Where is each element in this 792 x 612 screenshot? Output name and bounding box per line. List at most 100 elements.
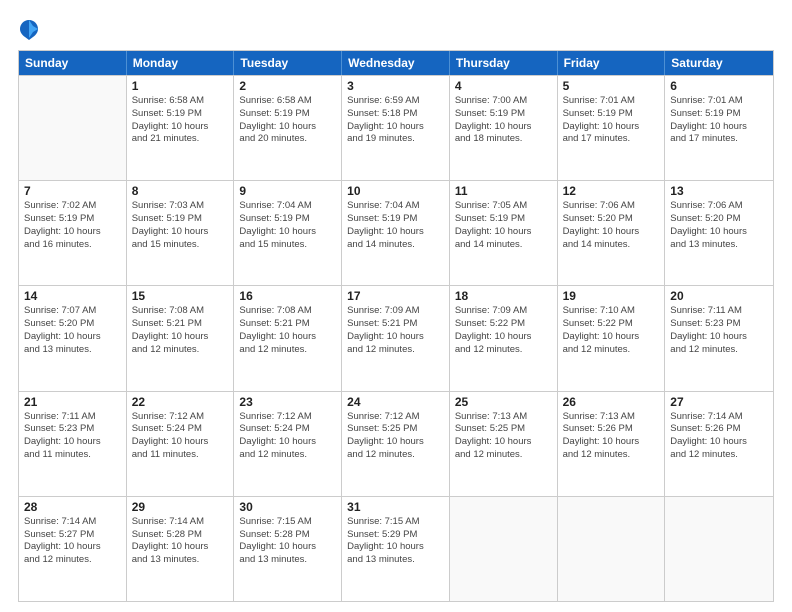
calendar-row-2: 7 Sunrise: 7:02 AM Sunset: 5:19 PM Daylig… xyxy=(19,180,773,285)
cell-day-number: 10 xyxy=(347,184,444,198)
cell-info: Sunrise: 7:00 AM Sunset: 5:19 PM Dayligh… xyxy=(455,95,552,146)
cell-info: Sunrise: 6:58 AM Sunset: 5:19 PM Dayligh… xyxy=(239,95,336,146)
cell-info: Sunrise: 7:10 AM Sunset: 5:22 PM Dayligh… xyxy=(563,305,660,356)
cell-day-number: 6 xyxy=(670,79,768,93)
calendar-cell: 7 Sunrise: 7:02 AM Sunset: 5:19 PM Daylig… xyxy=(19,181,127,285)
cell-day-number: 16 xyxy=(239,289,336,303)
cell-day-number: 21 xyxy=(24,395,121,409)
cell-info: Sunrise: 7:13 AM Sunset: 5:25 PM Dayligh… xyxy=(455,411,552,462)
calendar-cell: 18Sunrise: 7:09 AM Sunset: 5:22 PM Dayli… xyxy=(450,286,558,390)
calendar-cell: 4 Sunrise: 7:00 AM Sunset: 5:19 PM Daylig… xyxy=(450,76,558,180)
cell-info: Sunrise: 7:14 AM Sunset: 5:26 PM Dayligh… xyxy=(670,411,768,462)
calendar-cell: 3 Sunrise: 6:59 AM Sunset: 5:18 PM Daylig… xyxy=(342,76,450,180)
cell-info: Sunrise: 7:07 AM Sunset: 5:20 PM Dayligh… xyxy=(24,305,121,356)
calendar-cell: 31 Sunrise: 7:15 AM Sunset: 5:29 PM Dayli… xyxy=(342,497,450,601)
weekday-header-monday: Monday xyxy=(127,51,235,75)
calendar-row-4: 21 Sunrise: 7:11 AM Sunset: 5:23 PM Dayli… xyxy=(19,391,773,496)
calendar-cell: 28Sunrise: 7:14 AM Sunset: 5:27 PM Dayli… xyxy=(19,497,127,601)
cell-info: Sunrise: 6:59 AM Sunset: 5:18 PM Dayligh… xyxy=(347,95,444,146)
calendar: SundayMondayTuesdayWednesdayThursdayFrid… xyxy=(18,50,774,602)
calendar-cell: 13 Sunrise: 7:06 AM Sunset: 5:20 PM Dayli… xyxy=(665,181,773,285)
cell-info: Sunrise: 7:12 AM Sunset: 5:24 PM Dayligh… xyxy=(132,411,229,462)
cell-day-number: 11 xyxy=(455,184,552,198)
calendar-cell xyxy=(19,76,127,180)
cell-info: Sunrise: 7:05 AM Sunset: 5:19 PM Dayligh… xyxy=(455,200,552,251)
cell-day-number: 15 xyxy=(132,289,229,303)
calendar-cell: 9 Sunrise: 7:04 AM Sunset: 5:19 PM Daylig… xyxy=(234,181,342,285)
cell-info: Sunrise: 7:09 AM Sunset: 5:22 PM Dayligh… xyxy=(455,305,552,356)
weekday-header-wednesday: Wednesday xyxy=(342,51,450,75)
calendar-cell: 5 Sunrise: 7:01 AM Sunset: 5:19 PM Daylig… xyxy=(558,76,666,180)
calendar-cell: 19 Sunrise: 7:10 AM Sunset: 5:22 PM Dayli… xyxy=(558,286,666,390)
cell-day-number: 9 xyxy=(239,184,336,198)
calendar-cell: 23 Sunrise: 7:12 AM Sunset: 5:24 PM Dayli… xyxy=(234,392,342,496)
cell-day-number: 8 xyxy=(132,184,229,198)
cell-day-number: 23 xyxy=(239,395,336,409)
cell-info: Sunrise: 7:08 AM Sunset: 5:21 PM Dayligh… xyxy=(239,305,336,356)
cell-info: Sunrise: 7:02 AM Sunset: 5:19 PM Dayligh… xyxy=(24,200,121,251)
calendar-cell xyxy=(450,497,558,601)
calendar-cell: 8 Sunrise: 7:03 AM Sunset: 5:19 PM Daylig… xyxy=(127,181,235,285)
calendar-row-1: 1 Sunrise: 6:58 AM Sunset: 5:19 PM Daylig… xyxy=(19,75,773,180)
calendar-cell: 10 Sunrise: 7:04 AM Sunset: 5:19 PM Dayli… xyxy=(342,181,450,285)
calendar-header: SundayMondayTuesdayWednesdayThursdayFrid… xyxy=(19,51,773,75)
calendar-cell: 24Sunrise: 7:12 AM Sunset: 5:25 PM Dayli… xyxy=(342,392,450,496)
cell-info: Sunrise: 7:12 AM Sunset: 5:24 PM Dayligh… xyxy=(239,411,336,462)
cell-day-number: 30 xyxy=(239,500,336,514)
header xyxy=(18,18,774,40)
cell-day-number: 28 xyxy=(24,500,121,514)
cell-info: Sunrise: 7:04 AM Sunset: 5:19 PM Dayligh… xyxy=(347,200,444,251)
cell-info: Sunrise: 7:15 AM Sunset: 5:28 PM Dayligh… xyxy=(239,516,336,567)
cell-day-number: 25 xyxy=(455,395,552,409)
weekday-header-friday: Friday xyxy=(558,51,666,75)
cell-day-number: 26 xyxy=(563,395,660,409)
cell-info: Sunrise: 7:03 AM Sunset: 5:19 PM Dayligh… xyxy=(132,200,229,251)
calendar-cell: 25 Sunrise: 7:13 AM Sunset: 5:25 PM Dayli… xyxy=(450,392,558,496)
cell-day-number: 4 xyxy=(455,79,552,93)
cell-info: Sunrise: 7:08 AM Sunset: 5:21 PM Dayligh… xyxy=(132,305,229,356)
calendar-cell xyxy=(665,497,773,601)
cell-day-number: 12 xyxy=(563,184,660,198)
calendar-cell: 30 Sunrise: 7:15 AM Sunset: 5:28 PM Dayli… xyxy=(234,497,342,601)
cell-day-number: 13 xyxy=(670,184,768,198)
cell-info: Sunrise: 7:04 AM Sunset: 5:19 PM Dayligh… xyxy=(239,200,336,251)
cell-day-number: 2 xyxy=(239,79,336,93)
logo-icon xyxy=(18,18,40,40)
cell-info: Sunrise: 7:01 AM Sunset: 5:19 PM Dayligh… xyxy=(563,95,660,146)
cell-info: Sunrise: 7:01 AM Sunset: 5:19 PM Dayligh… xyxy=(670,95,768,146)
calendar-cell: 6 Sunrise: 7:01 AM Sunset: 5:19 PM Daylig… xyxy=(665,76,773,180)
cell-info: Sunrise: 7:11 AM Sunset: 5:23 PM Dayligh… xyxy=(24,411,121,462)
cell-day-number: 31 xyxy=(347,500,444,514)
weekday-header-tuesday: Tuesday xyxy=(234,51,342,75)
cell-info: Sunrise: 7:11 AM Sunset: 5:23 PM Dayligh… xyxy=(670,305,768,356)
calendar-cell: 12 Sunrise: 7:06 AM Sunset: 5:20 PM Dayli… xyxy=(558,181,666,285)
cell-day-number: 1 xyxy=(132,79,229,93)
cell-info: Sunrise: 7:06 AM Sunset: 5:20 PM Dayligh… xyxy=(670,200,768,251)
cell-day-number: 5 xyxy=(563,79,660,93)
cell-day-number: 27 xyxy=(670,395,768,409)
calendar-cell: 14 Sunrise: 7:07 AM Sunset: 5:20 PM Dayli… xyxy=(19,286,127,390)
cell-day-number: 3 xyxy=(347,79,444,93)
cell-day-number: 29 xyxy=(132,500,229,514)
calendar-cell: 26Sunrise: 7:13 AM Sunset: 5:26 PM Dayli… xyxy=(558,392,666,496)
calendar-cell: 20 Sunrise: 7:11 AM Sunset: 5:23 PM Dayli… xyxy=(665,286,773,390)
calendar-row-3: 14 Sunrise: 7:07 AM Sunset: 5:20 PM Dayli… xyxy=(19,285,773,390)
calendar-cell: 29Sunrise: 7:14 AM Sunset: 5:28 PM Dayli… xyxy=(127,497,235,601)
cell-day-number: 19 xyxy=(563,289,660,303)
cell-day-number: 17 xyxy=(347,289,444,303)
calendar-body: 1 Sunrise: 6:58 AM Sunset: 5:19 PM Daylig… xyxy=(19,75,773,601)
cell-day-number: 7 xyxy=(24,184,121,198)
cell-day-number: 14 xyxy=(24,289,121,303)
cell-info: Sunrise: 6:58 AM Sunset: 5:19 PM Dayligh… xyxy=(132,95,229,146)
calendar-cell: 21 Sunrise: 7:11 AM Sunset: 5:23 PM Dayli… xyxy=(19,392,127,496)
calendar-cell: 22Sunrise: 7:12 AM Sunset: 5:24 PM Dayli… xyxy=(127,392,235,496)
calendar-cell: 11 Sunrise: 7:05 AM Sunset: 5:19 PM Dayli… xyxy=(450,181,558,285)
logo xyxy=(18,18,43,40)
calendar-cell: 27 Sunrise: 7:14 AM Sunset: 5:26 PM Dayli… xyxy=(665,392,773,496)
weekday-header-saturday: Saturday xyxy=(665,51,773,75)
cell-day-number: 20 xyxy=(670,289,768,303)
cell-info: Sunrise: 7:06 AM Sunset: 5:20 PM Dayligh… xyxy=(563,200,660,251)
cell-info: Sunrise: 7:15 AM Sunset: 5:29 PM Dayligh… xyxy=(347,516,444,567)
calendar-cell: 17Sunrise: 7:09 AM Sunset: 5:21 PM Dayli… xyxy=(342,286,450,390)
cell-day-number: 24 xyxy=(347,395,444,409)
